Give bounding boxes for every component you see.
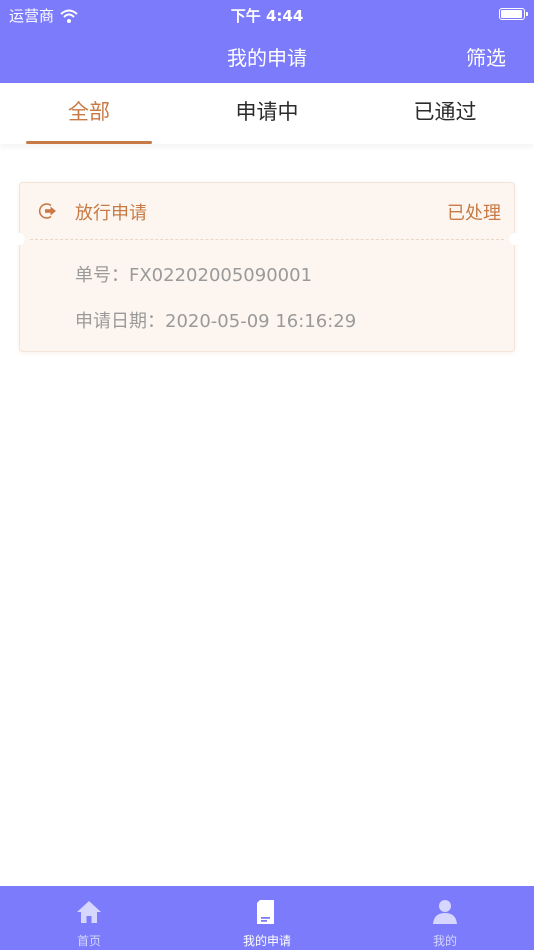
apply-date-value: 2020-05-09 16:16:29 [165,311,357,332]
card-notch-left [13,233,25,245]
status-bar: 运营商 下午 4:44 [0,0,534,28]
card-notch-right [509,233,521,245]
home-icon [77,901,101,923]
status-time: 下午 4:44 [230,7,304,25]
apply-date-label: 申请日期： [75,311,165,332]
order-number-row: 单号：FX02202005090001 [75,261,312,287]
tabbar-home-label: 首页 [76,934,101,948]
card-header: 放行申请 已处理 [20,183,514,239]
battery-level [501,10,522,18]
order-number-value: FX02202005090001 [129,265,313,286]
tab-in-progress-label: 申请中 [235,100,299,124]
person-icon [433,900,457,924]
tab-in-progress[interactable]: 申请中 [178,83,356,144]
tab-approved[interactable]: 已通过 [356,83,534,144]
tabbar-my-applications-label: 我的申请 [242,934,291,948]
filter-button[interactable]: 筛选 [466,42,506,71]
header-bar: 运营商 下午 4:44 我的申请 筛选 [0,0,534,83]
document-icon [257,900,274,924]
tabbar-home[interactable]: 首页 [0,886,178,950]
tabbar-mine[interactable]: 我的 [356,886,534,950]
tab-bar: 全部 申请中 已通过 [0,83,534,144]
tab-all-label: 全部 [68,100,110,124]
order-number-label: 单号： [75,265,129,286]
tab-approved-label: 已通过 [413,100,477,124]
application-type: 放行申请 [75,203,147,224]
exit-arrow-icon [38,203,56,219]
status-badge: 已处理 [447,203,501,224]
application-card[interactable]: 放行申请 已处理 单号：FX02202005090001 申请日期：2020-0… [13,182,521,352]
battery-icon [499,8,528,20]
tabbar-mine-label: 我的 [432,934,457,948]
card-divider [30,239,504,240]
apply-date-row: 申请日期：2020-05-09 16:16:29 [75,307,356,333]
active-tab-indicator [26,141,152,144]
bottom-tab-bar: 首页 我的申请 我的 [0,886,534,950]
tab-all[interactable]: 全部 [0,83,178,144]
page-title: 我的申请 [227,46,307,70]
tabbar-my-applications[interactable]: 我的申请 [178,886,356,950]
